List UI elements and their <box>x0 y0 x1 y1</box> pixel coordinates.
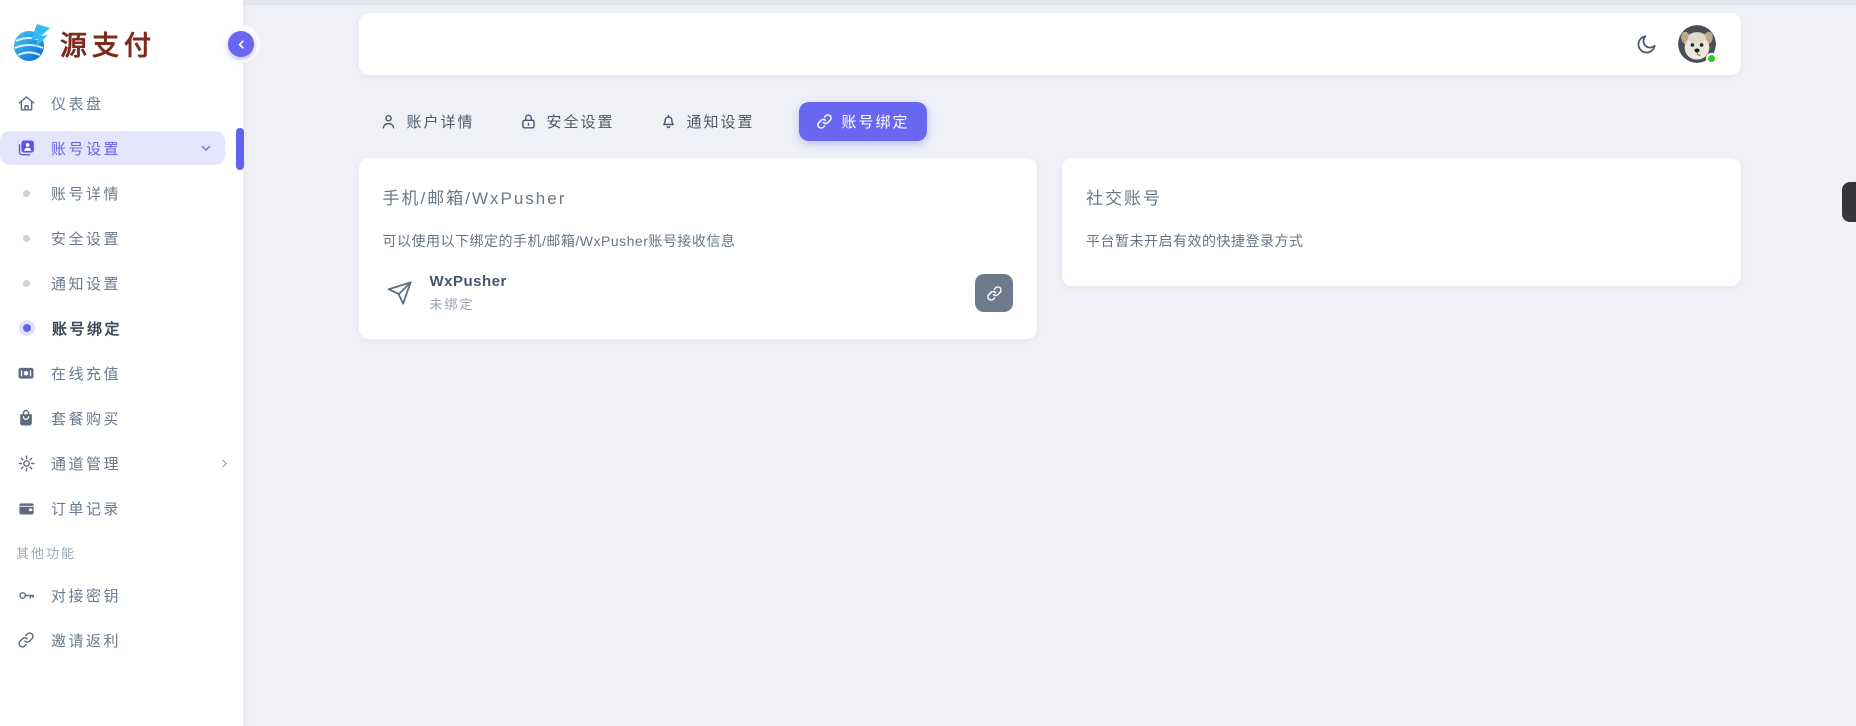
sidebar-item-label: 账号详情 <box>51 183 121 204</box>
bullet-dot-icon <box>23 324 31 332</box>
bullet-dot-icon <box>23 280 30 287</box>
sidebar-collapse-button[interactable] <box>228 31 254 57</box>
sidebar-item-label: 邀请返利 <box>51 630 121 651</box>
sidebar-item-label: 仪表盘 <box>51 93 104 114</box>
online-status-dot <box>1706 53 1717 64</box>
sidebar-item-order-records[interactable]: 订单记录 <box>0 491 243 525</box>
tab-security-settings[interactable]: 安全设置 <box>519 111 615 132</box>
sidebar-item-label: 套餐购买 <box>51 408 121 429</box>
sidebar-item-account-binding[interactable]: 账号绑定 <box>0 311 243 345</box>
sidebar-item-label: 对接密钥 <box>51 585 121 606</box>
sidebar-item-label: 账号绑定 <box>52 318 122 339</box>
sidebar-item-label: 订单记录 <box>51 498 121 519</box>
theme-toggle-button[interactable] <box>1635 33 1658 56</box>
shopping-bag-icon <box>16 408 36 428</box>
paper-plane-icon <box>385 278 415 308</box>
home-icon <box>16 93 36 113</box>
sidebar-item-dashboard[interactable]: 仪表盘 <box>0 86 243 120</box>
tab-label: 安全设置 <box>547 111 615 132</box>
sidebar-item-security-settings[interactable]: 安全设置 <box>0 221 243 255</box>
sidebar-item-label: 通知设置 <box>51 273 121 294</box>
sidebar-item-account-settings[interactable]: 账号设置 <box>0 131 225 165</box>
link-icon <box>816 113 833 130</box>
sidebar-item-label: 安全设置 <box>51 228 121 249</box>
lock-icon <box>519 112 538 131</box>
chevron-right-icon <box>218 457 231 470</box>
card-title: 社交账号 <box>1086 184 1717 209</box>
bind-wxpusher-button[interactable] <box>975 274 1013 312</box>
gear-icon <box>16 453 36 473</box>
sidebar-item-api-keys[interactable]: 对接密钥 <box>0 578 243 612</box>
tab-label: 通知设置 <box>687 111 755 132</box>
sidebar-item-label: 账号设置 <box>51 138 121 159</box>
sidebar-item-invite-rebate[interactable]: 邀请返利 <box>0 623 243 657</box>
logo[interactable]: 源支付 <box>0 0 243 86</box>
binding-name: WxPusher <box>430 273 507 290</box>
sidebar-item-channel-management[interactable]: 通道管理 <box>0 446 243 480</box>
key-icon <box>16 585 36 605</box>
chevron-left-icon <box>235 38 248 51</box>
sidebar-collapse-halo <box>222 25 260 63</box>
wallet-icon <box>16 498 36 518</box>
sidebar-nav: 仪表盘 账号设置 账号详情 安全设置 <box>0 86 243 657</box>
user-avatar[interactable] <box>1678 25 1716 63</box>
card-description: 平台暂未开启有效的快捷登录方式 <box>1086 231 1717 251</box>
card-title: 手机/邮箱/WxPusher <box>383 184 1014 209</box>
cash-icon <box>16 363 36 383</box>
person-icon <box>379 112 398 131</box>
binding-card: 手机/邮箱/WxPusher 可以使用以下绑定的手机/邮箱/WxPusher账号… <box>359 158 1038 339</box>
user-card-icon <box>16 138 36 158</box>
bell-icon <box>659 112 678 131</box>
bullet-dot-icon <box>23 235 30 242</box>
tab-label: 账号绑定 <box>842 111 910 132</box>
sidebar-section-label: 其他功能 <box>0 543 243 562</box>
sidebar-item-online-recharge[interactable]: 在线充值 <box>0 356 243 390</box>
sidebar-item-account-details[interactable]: 账号详情 <box>0 176 243 210</box>
card-description: 可以使用以下绑定的手机/邮箱/WxPusher账号接收信息 <box>383 231 1014 251</box>
tab-label: 账户详情 <box>407 111 475 132</box>
logo-text: 源支付 <box>60 24 156 63</box>
tab-notification-settings[interactable]: 通知设置 <box>659 111 755 132</box>
binding-status: 未绑定 <box>430 294 507 313</box>
main-area: 账户详情 安全设置 通知设置 <box>243 0 1856 726</box>
link-icon <box>986 285 1003 302</box>
settings-drawer-handle[interactable] <box>1842 182 1856 222</box>
settings-tabs: 账户详情 安全设置 通知设置 <box>359 102 1741 141</box>
chevron-down-icon <box>199 141 213 155</box>
bullet-dot-icon <box>23 190 30 197</box>
wxpusher-binding-row: WxPusher 未绑定 <box>383 273 1014 313</box>
tab-account-details[interactable]: 账户详情 <box>379 111 475 132</box>
moon-icon <box>1635 33 1658 56</box>
sidebar-item-label: 通道管理 <box>51 453 121 474</box>
globe-swoosh-icon <box>10 20 56 66</box>
social-accounts-card: 社交账号 平台暂未开启有效的快捷登录方式 <box>1062 158 1741 286</box>
cards-grid: 手机/邮箱/WxPusher 可以使用以下绑定的手机/邮箱/WxPusher账号… <box>359 158 1741 339</box>
binding-info: WxPusher 未绑定 <box>430 273 507 313</box>
sidebar-item-label: 在线充值 <box>51 363 121 384</box>
active-nav-indicator <box>236 128 244 170</box>
sidebar-item-notification-settings[interactable]: 通知设置 <box>0 266 243 300</box>
sidebar: 源支付 仪表盘 账号设置 <box>0 0 243 726</box>
top-header-bar <box>359 13 1741 75</box>
tab-account-binding[interactable]: 账号绑定 <box>799 102 927 141</box>
sidebar-item-package-purchase[interactable]: 套餐购买 <box>0 401 243 435</box>
link-icon <box>16 630 36 650</box>
